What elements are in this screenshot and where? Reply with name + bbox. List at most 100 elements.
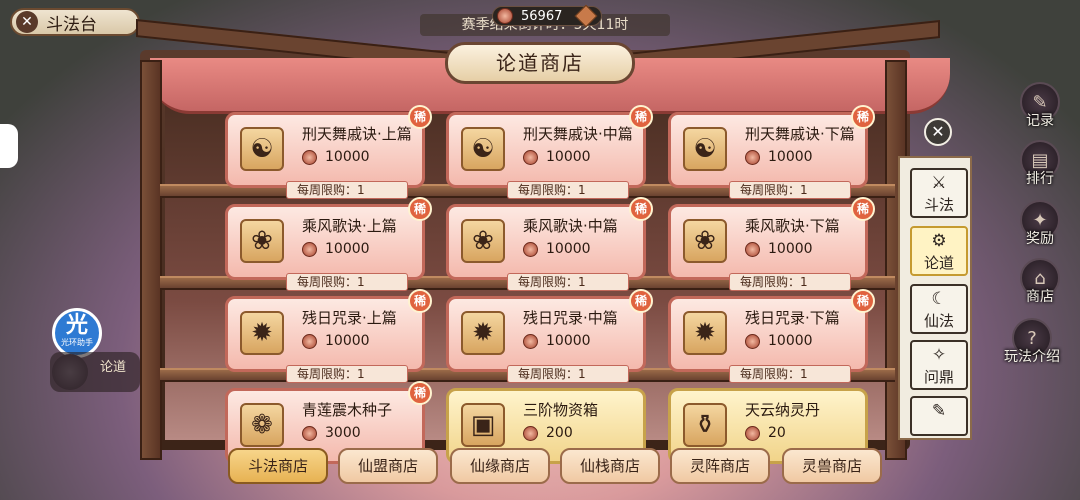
item-price: 3000 — [302, 425, 361, 441]
item-price-value: 200 — [546, 425, 573, 441]
rare-badge: 稀 — [851, 197, 875, 221]
rare-badge: 稀 — [851, 289, 875, 313]
item-icon: ❁ — [240, 403, 284, 447]
item-price-value: 10000 — [325, 241, 370, 257]
item-price: 10000 — [745, 149, 813, 165]
shop-item-card[interactable]: ☯ 刑天舞戚诀·中篇 10000 每周限购：1 稀 — [446, 105, 653, 199]
coin-icon — [745, 333, 760, 349]
item-price-value: 3000 — [325, 425, 361, 441]
item-price-value: 20 — [768, 425, 786, 441]
item-price-value: 10000 — [546, 241, 591, 257]
item-price: 10000 — [745, 333, 813, 349]
coin-icon — [745, 241, 760, 257]
item-price-value: 10000 — [768, 241, 813, 257]
rare-badge: 稀 — [629, 197, 653, 221]
coin-icon — [302, 149, 317, 165]
item-name: 乘风歌诀·上篇 — [302, 217, 397, 235]
item-limit: 每周限购：1 — [286, 181, 408, 199]
item-icon: ⚱ — [683, 403, 727, 447]
item-name: 刑天舞戚诀·中篇 — [523, 125, 633, 143]
shop-tab[interactable]: 仙缘商店 — [450, 448, 550, 484]
shop-item-card[interactable]: ☯ 刑天舞戚诀·下篇 10000 每周限购：1 稀 — [668, 105, 875, 199]
item-name: 天云纳灵丹 — [745, 401, 821, 419]
item-limit: 每周限购：1 — [729, 181, 851, 199]
left-badge[interactable]: 论道 — [50, 352, 140, 392]
nav-label: 记录 — [1026, 113, 1054, 129]
nav-item[interactable]: ✦ 奖励 — [1012, 200, 1068, 248]
close-panel-button[interactable]: ✕ — [924, 118, 952, 146]
item-price: 10000 — [302, 149, 370, 165]
nav-label: 商店 — [1026, 289, 1054, 305]
shop-item-card[interactable]: ❀ 乘风歌诀·上篇 10000 每周限购：1 稀 — [225, 197, 432, 291]
rare-badge: 稀 — [629, 289, 653, 313]
nav-item[interactable]: ✎ 记录 — [1012, 82, 1068, 130]
category-label: 斗法 — [923, 196, 954, 214]
nav-item[interactable]: ⌂ 商店 — [1012, 258, 1068, 306]
item-price: 10000 — [302, 241, 370, 257]
shop-item-card[interactable]: ✹ 残日咒录·下篇 10000 每周限购：1 稀 — [668, 289, 875, 383]
item-icon: ❀ — [683, 219, 727, 263]
coin-icon — [523, 149, 538, 165]
shop-item-card[interactable]: ✹ 残日咒录·上篇 10000 每周限购：1 稀 — [225, 289, 432, 383]
item-icon: ✹ — [683, 311, 727, 355]
item-icon: ❀ — [461, 219, 505, 263]
coin-icon — [523, 425, 538, 441]
category-icon: ⚔ — [931, 173, 947, 193]
category-button[interactable]: ✧ 问鼎 — [910, 340, 968, 390]
item-price: 200 — [523, 425, 573, 441]
item-name: 乘风歌诀·中篇 — [523, 217, 618, 235]
shop-item-card[interactable]: ☯ 刑天舞戚诀·上篇 10000 每周限购：1 稀 — [225, 105, 432, 199]
nav-item[interactable]: ▤ 排行 — [1012, 140, 1068, 188]
coin-icon — [523, 241, 538, 257]
shop-item-card[interactable]: ✹ 残日咒录·中篇 10000 每周限购：1 稀 — [446, 289, 653, 383]
coin-icon — [302, 425, 317, 441]
item-icon: ❀ — [240, 219, 284, 263]
item-icon: ☯ — [461, 127, 505, 171]
category-icon: ✧ — [931, 345, 947, 365]
item-name: 刑天舞戚诀·下篇 — [745, 125, 855, 143]
category-button[interactable]: ☾ 仙法 — [910, 284, 968, 334]
rare-badge: 稀 — [408, 197, 432, 221]
shop-tab[interactable]: 仙栈商店 — [560, 448, 660, 484]
item-price: 10000 — [523, 241, 591, 257]
item-price-value: 10000 — [768, 333, 813, 349]
coin-icon — [497, 8, 513, 24]
item-name: 青莲震木种子 — [302, 401, 393, 419]
item-name: 残日咒录·下篇 — [745, 309, 840, 327]
item-name: 刑天舞戚诀·上篇 — [302, 125, 412, 143]
shop-tab[interactable]: 斗法商店 — [228, 448, 328, 484]
item-price: 10000 — [745, 241, 813, 257]
helper-button[interactable]: 光 光环助手 — [52, 308, 102, 358]
coin-icon — [302, 333, 317, 349]
nav-label: 排行 — [1026, 171, 1054, 187]
shop-item-card[interactable]: ❀ 乘风歌诀·下篇 10000 每周限购：1 稀 — [668, 197, 875, 291]
rare-badge: 稀 — [408, 105, 432, 129]
nav-label: 玩法介绍 — [1004, 349, 1060, 365]
item-icon: ✹ — [240, 311, 284, 355]
category-button[interactable]: ✎ — [910, 396, 968, 436]
rare-badge: 稀 — [851, 105, 875, 129]
nav-item[interactable]: ? 玩法介绍 — [1004, 318, 1060, 366]
item-icon: ✹ — [461, 311, 505, 355]
shop-tab[interactable]: 灵阵商店 — [670, 448, 770, 484]
close-icon: ✕ — [16, 11, 38, 33]
coin-icon — [302, 241, 317, 257]
back-button[interactable]: ✕ 斗法台 — [10, 8, 140, 36]
category-label: 论道 — [923, 254, 954, 272]
item-price: 10000 — [523, 333, 591, 349]
category-button[interactable]: ⚙ 论道 — [910, 226, 968, 276]
category-icon: ☾ — [931, 289, 947, 309]
item-limit: 每周限购：1 — [507, 365, 629, 383]
item-limit: 每周限购：1 — [729, 365, 851, 383]
side-menu-icon[interactable] — [0, 124, 18, 168]
shop-item-card[interactable]: ❀ 乘风歌诀·中篇 10000 每周限购：1 稀 — [446, 197, 653, 291]
rare-badge: 稀 — [408, 381, 432, 405]
category-button[interactable]: ⚔ 斗法 — [910, 168, 968, 218]
helper-label: 光环助手 — [61, 338, 93, 347]
shop-tab[interactable]: 灵兽商店 — [782, 448, 882, 484]
item-price: 20 — [745, 425, 786, 441]
coin-icon — [523, 333, 538, 349]
item-name: 乘风歌诀·下篇 — [745, 217, 840, 235]
shop-tab[interactable]: 仙盟商店 — [338, 448, 438, 484]
item-icon: ☯ — [683, 127, 727, 171]
